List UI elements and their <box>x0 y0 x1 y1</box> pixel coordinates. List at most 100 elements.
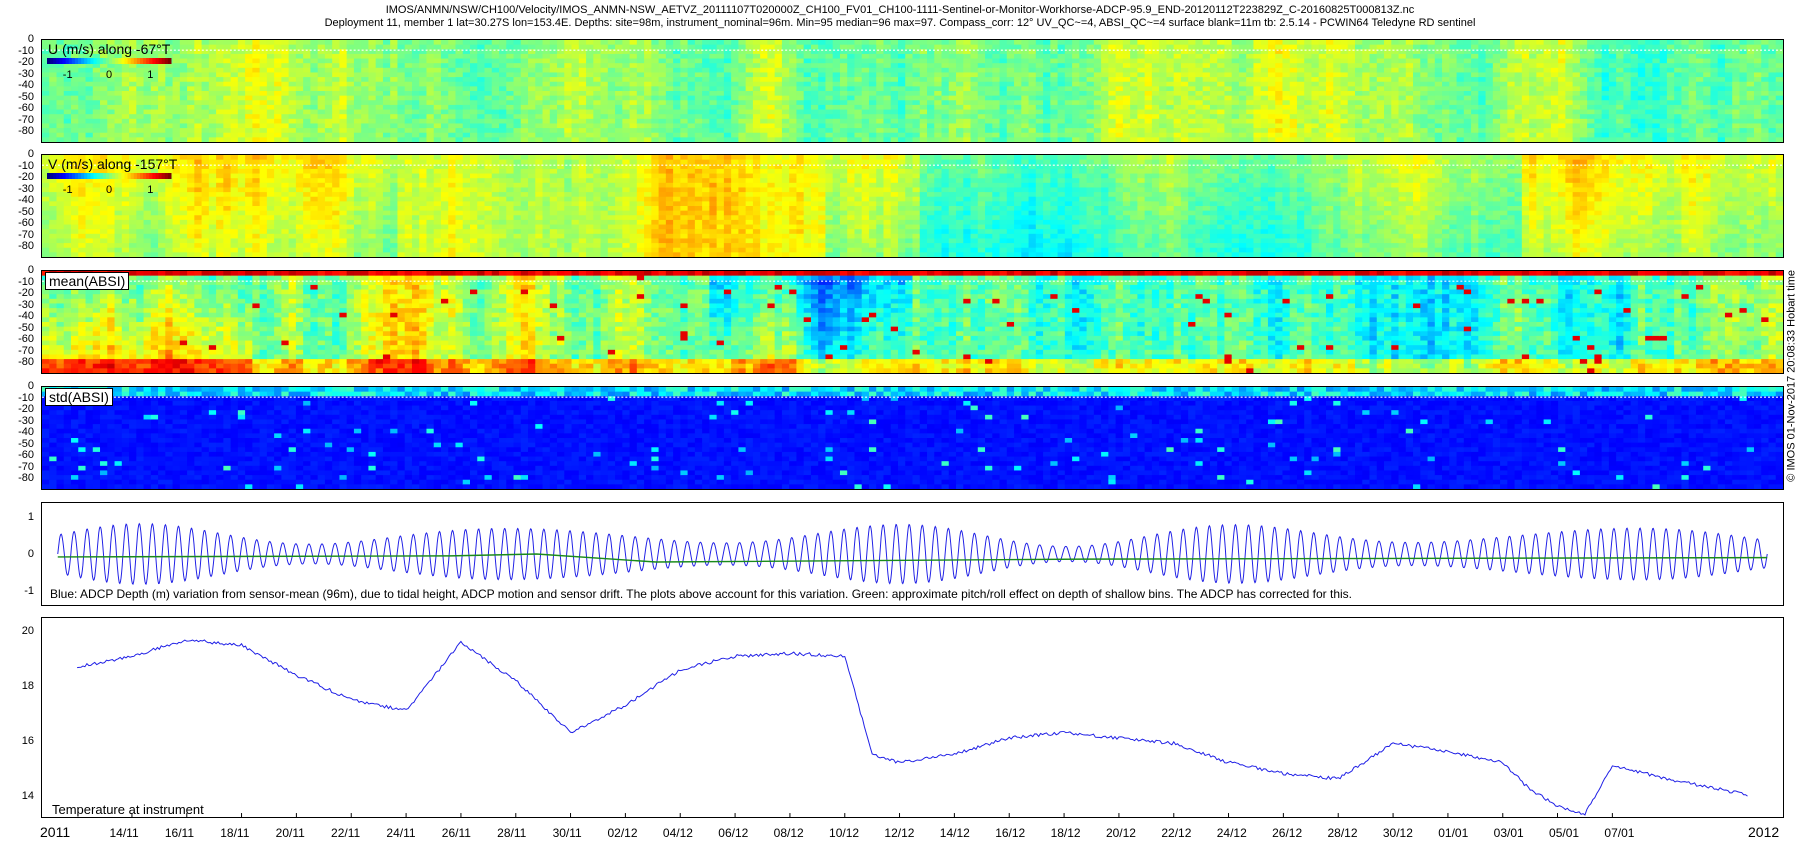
heatmap-cell <box>1398 86 1407 92</box>
heatmap-cell <box>1413 40 1421 46</box>
heatmap-cell <box>593 72 602 78</box>
heatmap-cell <box>890 128 899 134</box>
heatmap-cell <box>607 104 616 111</box>
heatmap-cell <box>520 44 529 50</box>
heatmap-cell <box>1442 58 1450 64</box>
heatmap-cell <box>397 53 406 60</box>
heatmap-cell <box>956 58 964 64</box>
heatmap-cell <box>1471 95 1479 101</box>
heatmap-cell <box>992 95 1001 101</box>
heatmap-cell <box>1362 86 1371 92</box>
heatmap-cell <box>1666 100 1675 106</box>
heatmap-cell <box>781 109 790 115</box>
heatmap-cell <box>1188 67 1197 74</box>
heatmap-cell <box>854 86 863 92</box>
heatmap-cell <box>629 72 638 78</box>
heatmap-cell <box>1579 58 1588 64</box>
heatmap-cell <box>310 95 319 101</box>
heatmap-cell <box>201 67 210 74</box>
heatmap-cell <box>970 63 979 69</box>
heatmap-cell <box>1652 95 1661 101</box>
heatmap-cell <box>1616 114 1625 120</box>
heatmap-cell <box>557 132 565 138</box>
heatmap-cell <box>1115 118 1124 125</box>
heatmap-cell <box>1550 118 1559 125</box>
heatmap-cell <box>1325 100 1334 106</box>
heatmap-cell <box>1260 44 1269 50</box>
heatmap-cell <box>42 100 50 106</box>
heatmap-cell <box>1587 109 1595 115</box>
heatmap-cell <box>1028 100 1037 106</box>
heatmap-cell <box>1449 58 1458 64</box>
heatmap-cell <box>658 44 667 50</box>
heatmap-cell <box>223 100 232 106</box>
heatmap-cell <box>549 77 558 83</box>
heatmap-cell <box>738 128 747 134</box>
heatmap-cell <box>528 118 536 125</box>
heatmap-cell <box>644 114 652 120</box>
heatmap-cell <box>245 128 253 134</box>
heatmap-cell <box>781 95 790 101</box>
heatmap-cell <box>100 86 108 92</box>
heatmap-cell <box>1217 91 1226 97</box>
heatmap-cell <box>404 86 413 92</box>
heatmap-cell <box>593 100 602 106</box>
heatmap-cell <box>49 128 58 134</box>
heatmap-cell <box>644 40 652 46</box>
heatmap-cell <box>1637 53 1646 60</box>
heatmap-cell <box>375 91 384 97</box>
heatmap-cell <box>346 114 355 120</box>
heatmap-cell <box>1238 132 1247 138</box>
heatmap-cell <box>382 72 391 78</box>
heatmap-cell <box>1217 114 1226 120</box>
heatmap-cell <box>1572 67 1581 74</box>
heatmap-cell <box>549 81 558 87</box>
heatmap-cell <box>673 123 681 129</box>
heatmap-cell <box>288 58 297 64</box>
heatmap-cell <box>1224 128 1233 134</box>
heatmap-cell <box>1188 123 1197 129</box>
heatmap-cell <box>985 100 993 106</box>
heatmap-cell <box>499 114 507 120</box>
heatmap-cell <box>440 132 449 138</box>
heatmap-cell <box>448 137 457 142</box>
heatmap-cell <box>709 53 718 60</box>
heatmap-cell <box>600 104 609 111</box>
heatmap-cell <box>288 40 297 46</box>
heatmap-cell <box>455 63 464 69</box>
heatmap-cell <box>1267 40 1276 46</box>
heatmap-cell <box>1115 77 1124 83</box>
heatmap-cell <box>1485 63 1494 69</box>
heatmap-cell <box>651 104 660 111</box>
heatmap-cell <box>557 44 565 50</box>
heatmap-cell <box>1674 77 1683 83</box>
heatmap-cell <box>832 109 841 115</box>
heatmap-cell <box>42 137 50 142</box>
heatmap-cell <box>1456 44 1465 50</box>
heatmap-cell <box>1035 132 1044 138</box>
heatmap-cell <box>208 95 217 101</box>
heatmap-cell <box>1144 44 1153 50</box>
heatmap-cell <box>716 40 725 46</box>
heatmap-cell <box>1224 137 1233 142</box>
heatmap-cell <box>353 95 362 101</box>
heatmap-cell <box>223 67 232 74</box>
heatmap-cell <box>716 95 725 101</box>
heatmap-cell <box>1159 77 1167 83</box>
heatmap-cell <box>440 109 449 115</box>
heatmap-cell <box>317 86 326 92</box>
heatmap-cell <box>1035 100 1044 106</box>
heatmap-cell <box>1021 63 1030 69</box>
heatmap-cell <box>114 95 123 101</box>
heatmap-cell <box>1260 95 1269 101</box>
heatmap-cell <box>1565 109 1574 115</box>
heatmap-cell <box>1050 58 1059 64</box>
heatmap-cell <box>1035 53 1044 60</box>
heatmap-cell <box>1340 44 1349 50</box>
heatmap-cell <box>702 67 710 74</box>
heatmap-cell <box>1681 109 1690 115</box>
heatmap-cell <box>651 95 660 101</box>
heatmap-cell <box>1594 100 1603 106</box>
heatmap-cell <box>738 100 747 106</box>
heatmap-cell <box>709 40 718 46</box>
